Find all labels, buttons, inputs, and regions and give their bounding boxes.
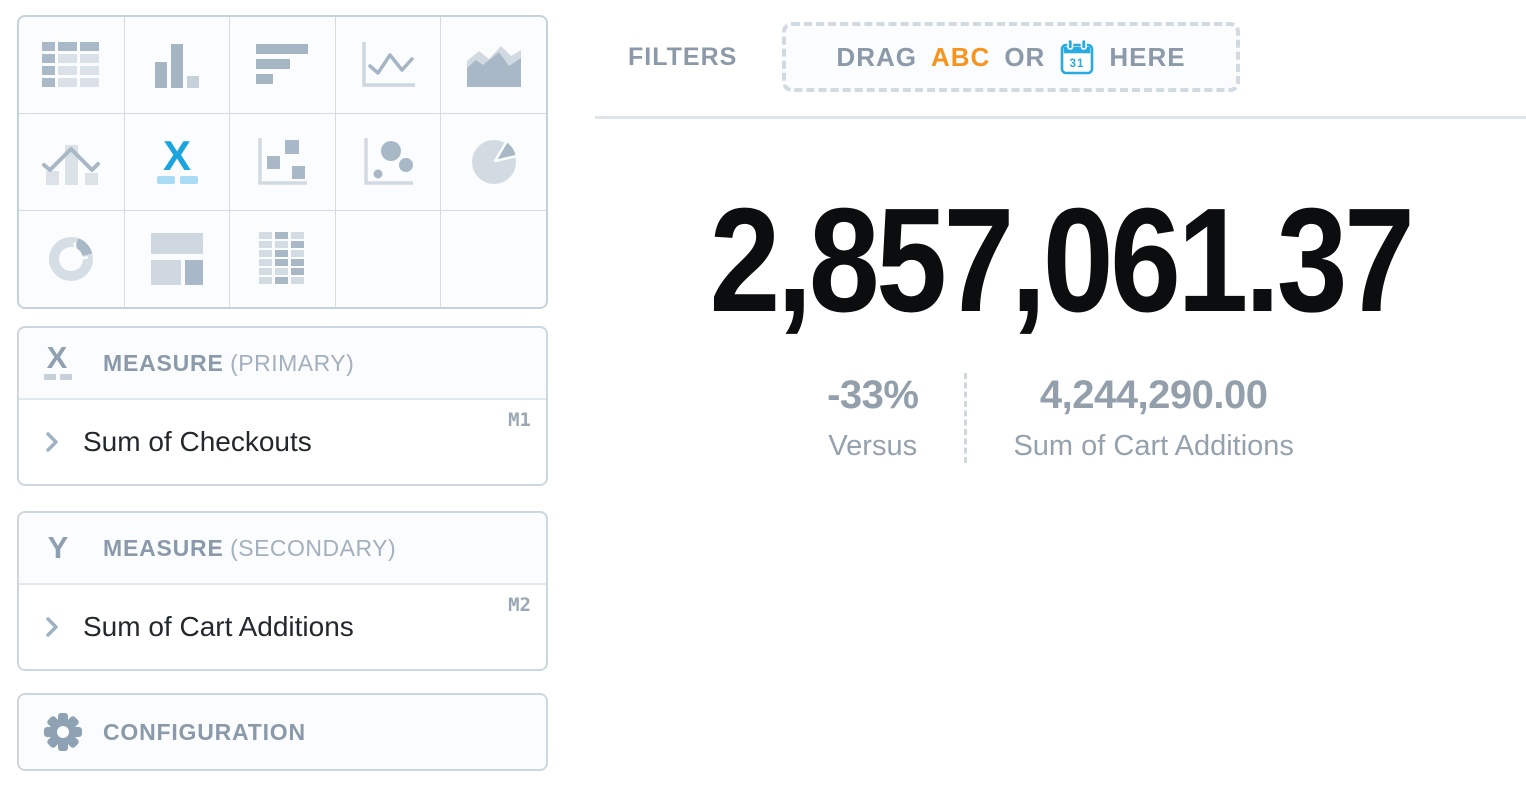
main-area: FILTERS DRAG ABC OR 31 HERE 2,857,061.37…	[595, 0, 1526, 463]
dropzone-word-here: HERE	[1109, 42, 1185, 73]
comparison-delta-label: Versus	[827, 430, 918, 463]
dropzone-word-or: OR	[1004, 42, 1045, 73]
chart-type-pivot-table[interactable]	[230, 211, 335, 307]
chart-type-pie-chart[interactable]	[441, 114, 546, 210]
chart-type-dashboard-layout[interactable]	[125, 211, 230, 307]
analytics-query-builder: X	[0, 0, 1526, 793]
chart-type-data-table[interactable]	[19, 17, 124, 113]
x-axis-icon: X	[43, 341, 83, 385]
dropzone-word-drag: DRAG	[836, 42, 917, 73]
pivot-table-icon	[259, 232, 305, 286]
svg-text:Y: Y	[48, 530, 69, 565]
measure-secondary-panel: Y MEASURE (SECONDARY) Sum of Cart Additi…	[17, 511, 548, 671]
panel-title: MEASURE	[103, 350, 224, 376]
dashboard-layout-icon	[151, 233, 203, 285]
kpi-value: 2,857,061.37	[660, 187, 1461, 335]
comparison-baseline-value: 4,244,290.00	[1013, 373, 1293, 418]
bar-chart-icon	[153, 40, 201, 90]
kpi-number-icon: X	[149, 136, 205, 188]
comparison-delta-percent: -33%	[827, 373, 918, 418]
abc-property-icon: ABC	[931, 42, 990, 73]
measure-label: Sum of Checkouts	[83, 426, 312, 458]
panel-qualifier: (PRIMARY)	[230, 350, 354, 376]
bubble-chart-icon	[361, 136, 415, 188]
pie-chart-icon	[469, 137, 519, 187]
chart-type-line-chart[interactable]	[336, 17, 441, 113]
chart-type-donut-chart[interactable]	[19, 211, 124, 307]
section-divider	[595, 116, 1526, 119]
measure-primary-panel: X MEASURE (PRIMARY) Sum of Checkouts M1	[17, 326, 548, 486]
chart-type-scatter-plot[interactable]	[230, 114, 335, 210]
scatter-plot-icon	[255, 136, 309, 188]
configuration-title: CONFIGURATION	[103, 719, 306, 746]
chart-type-combo-chart[interactable]	[19, 114, 124, 210]
measure-secondary-header[interactable]: Y MEASURE (SECONDARY)	[19, 513, 546, 583]
chart-type-bubble-chart[interactable]	[336, 114, 441, 210]
gear-icon	[43, 712, 83, 752]
chart-type-bar-chart[interactable]	[125, 17, 230, 113]
chart-type-empty-cell	[336, 211, 441, 307]
measure-primary-header[interactable]: X MEASURE (PRIMARY)	[19, 328, 546, 398]
donut-chart-icon	[46, 234, 96, 284]
chevron-right-icon	[45, 431, 59, 453]
measure-tag: M2	[508, 594, 531, 616]
combo-chart-icon	[42, 137, 100, 187]
chart-type-area-chart[interactable]	[441, 17, 546, 113]
area-chart-icon	[465, 41, 523, 89]
measure-label: Sum of Cart Additions	[83, 611, 354, 643]
svg-text:X: X	[47, 341, 68, 375]
chart-type-horizontal-bar-chart[interactable]	[230, 17, 335, 113]
svg-text:X: X	[163, 136, 191, 179]
measure-tag: M1	[508, 409, 531, 431]
chevron-right-icon	[45, 616, 59, 638]
svg-text:31: 31	[1070, 58, 1085, 70]
chart-type-grid: X	[17, 15, 548, 309]
panel-qualifier: (SECONDARY)	[230, 535, 396, 561]
calendar-31-icon: 31	[1059, 38, 1095, 76]
measure-secondary-row[interactable]: Sum of Cart Additions M2	[19, 583, 546, 669]
comparison-baseline-label: Sum of Cart Additions	[1013, 430, 1293, 463]
y-axis-icon: Y	[43, 526, 83, 570]
chart-type-kpi-number[interactable]: X	[125, 114, 230, 210]
configuration-panel[interactable]: CONFIGURATION	[17, 693, 548, 771]
panel-title: MEASURE	[103, 535, 224, 561]
data-table-icon	[42, 42, 100, 88]
kpi-comparison: -33% Versus 4,244,290.00 Sum of Cart Add…	[595, 373, 1526, 463]
filter-dropzone[interactable]: DRAG ABC OR 31 HERE	[782, 22, 1240, 92]
measure-primary-row[interactable]: Sum of Checkouts M1	[19, 398, 546, 484]
line-chart-icon	[359, 40, 417, 90]
sidebar: X	[17, 15, 548, 771]
filters-bar: FILTERS DRAG ABC OR 31 HERE	[595, 21, 1526, 93]
horizontal-bar-chart-icon	[256, 44, 308, 86]
filters-label: FILTERS	[628, 43, 782, 72]
chart-type-empty-cell	[441, 211, 546, 307]
comparison-delta: -33% Versus	[827, 373, 964, 463]
comparison-baseline: 4,244,290.00 Sum of Cart Additions	[967, 373, 1293, 463]
